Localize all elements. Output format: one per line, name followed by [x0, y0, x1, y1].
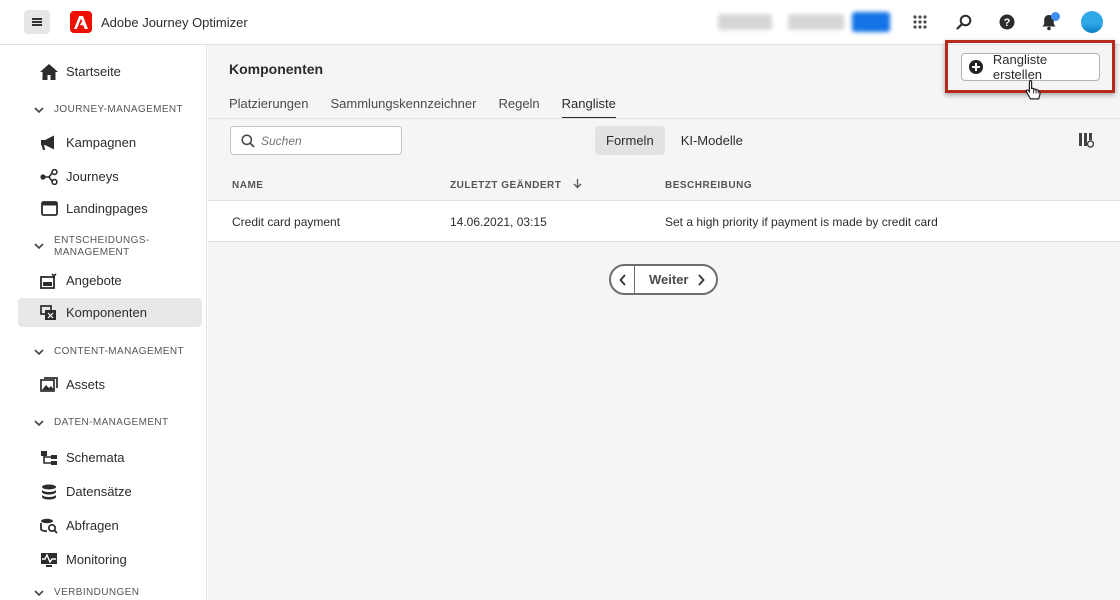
chevron-down-icon: [34, 349, 44, 356]
sidebar-item-monitoring[interactable]: Monitoring: [18, 545, 202, 574]
search-icon: [241, 133, 255, 148]
ai-models-toggle[interactable]: KI-Modelle: [670, 126, 754, 155]
home-icon: [40, 63, 58, 81]
column-header-name[interactable]: NAME: [232, 180, 263, 191]
section-decision-management[interactable]: ENTSCHEIDUNGS- MANAGEMENT: [34, 235, 150, 259]
menu-icon[interactable]: [24, 10, 50, 34]
sidebar-item-components[interactable]: Komponenten: [18, 298, 202, 327]
adobe-logo-icon[interactable]: [70, 11, 92, 33]
page-title: Komponenten: [229, 61, 324, 77]
schema-tree-icon: [40, 449, 58, 467]
table-row[interactable]: Credit card payment 14.06.2021, 03:15 Se…: [208, 200, 1120, 242]
view-segmented-control: Formeln KI-Modelle: [595, 126, 754, 155]
tabs-divider: [208, 118, 1120, 119]
row-name[interactable]: Credit card payment: [232, 215, 340, 229]
env-badge[interactable]: [852, 12, 890, 32]
components-icon: [40, 304, 58, 322]
database-icon: [40, 483, 58, 501]
apps-grid-icon[interactable]: [909, 11, 931, 33]
previous-page-button[interactable]: [611, 266, 635, 293]
chevron-down-icon: [34, 420, 44, 427]
sidebar-item-offers[interactable]: Angebote: [18, 266, 202, 295]
notification-dot: [1051, 12, 1060, 21]
tab-collection-qualifiers[interactable]: Sammlungskennzeichner: [331, 96, 477, 119]
sidebar-item-schemas[interactable]: Schemata: [18, 443, 202, 472]
column-header-modified[interactable]: ZULETZT GEÄNDERT: [450, 179, 582, 191]
sidebar-item-queries[interactable]: Abfragen: [18, 511, 202, 540]
chevron-right-icon[interactable]: [697, 273, 705, 286]
row-description: Set a high priority if payment is made b…: [665, 215, 938, 229]
search-input[interactable]: [261, 133, 391, 148]
search-icon[interactable]: [953, 11, 975, 33]
images-icon: [40, 376, 58, 394]
sort-descending-icon: [573, 179, 582, 189]
section-data-management[interactable]: DATEN-MANAGEMENT: [34, 417, 169, 429]
query-icon: [40, 517, 58, 535]
chevron-down-icon: [34, 107, 44, 114]
sidebar-item-landingpages[interactable]: Landingpages: [18, 194, 202, 223]
section-journey-management[interactable]: JOURNEY-MANAGEMENT: [34, 104, 183, 116]
column-header-description[interactable]: BESCHREIBUNG: [665, 180, 752, 191]
org-name: [718, 14, 772, 30]
pagination: Weiter: [609, 264, 718, 295]
app-title: Adobe Journey Optimizer: [101, 15, 248, 30]
journey-nodes-icon: [40, 168, 58, 186]
table-header: NAME ZULETZT GEÄNDERT BESCHREIBUNG: [208, 170, 1120, 200]
top-bar: Adobe Journey Optimizer ?: [0, 0, 1120, 45]
sidebar-item-datasets[interactable]: Datensätze: [18, 477, 202, 506]
row-modified: 14.06.2021, 03:15: [450, 215, 547, 229]
section-connections[interactable]: VERBINDUNGEN: [34, 587, 139, 599]
monitor-pulse-icon: [40, 551, 58, 569]
window-icon: [40, 200, 58, 218]
next-page-button[interactable]: Weiter: [649, 272, 689, 287]
column-settings-icon[interactable]: [1078, 132, 1094, 148]
sandbox-name: [788, 14, 844, 30]
offer-icon: [40, 272, 58, 290]
notifications-bell-icon[interactable]: [1038, 11, 1060, 33]
hand-cursor-icon: [1025, 79, 1041, 100]
sidebar-item-campaigns[interactable]: Kampagnen: [18, 128, 202, 157]
section-content-management[interactable]: CONTENT-MANAGEMENT: [34, 346, 184, 358]
megaphone-icon: [40, 134, 58, 152]
tab-placements[interactable]: Platzierungen: [229, 96, 309, 119]
user-avatar[interactable]: [1081, 11, 1103, 33]
help-icon[interactable]: ?: [996, 11, 1018, 33]
sidebar: Startseite JOURNEY-MANAGEMENT Kampagnen …: [0, 45, 207, 600]
chevron-down-icon: [34, 590, 44, 597]
tab-bar: Platzierungen Sammlungskennzeichner Rege…: [229, 96, 638, 119]
sidebar-item-home[interactable]: Startseite: [18, 57, 202, 86]
sidebar-item-journeys[interactable]: Journeys: [18, 162, 202, 191]
sidebar-item-assets[interactable]: Assets: [18, 370, 202, 399]
tab-rules[interactable]: Regeln: [498, 96, 539, 119]
formulas-toggle[interactable]: Formeln: [595, 126, 665, 155]
svg-text:?: ?: [1004, 17, 1011, 29]
chevron-down-icon: [34, 243, 44, 250]
main-content: Komponenten Rangliste erstellen Platzier…: [208, 40, 1120, 600]
chevron-left-icon: [618, 273, 626, 286]
search-field[interactable]: [230, 126, 402, 155]
tab-ranking[interactable]: Rangliste: [561, 96, 616, 119]
